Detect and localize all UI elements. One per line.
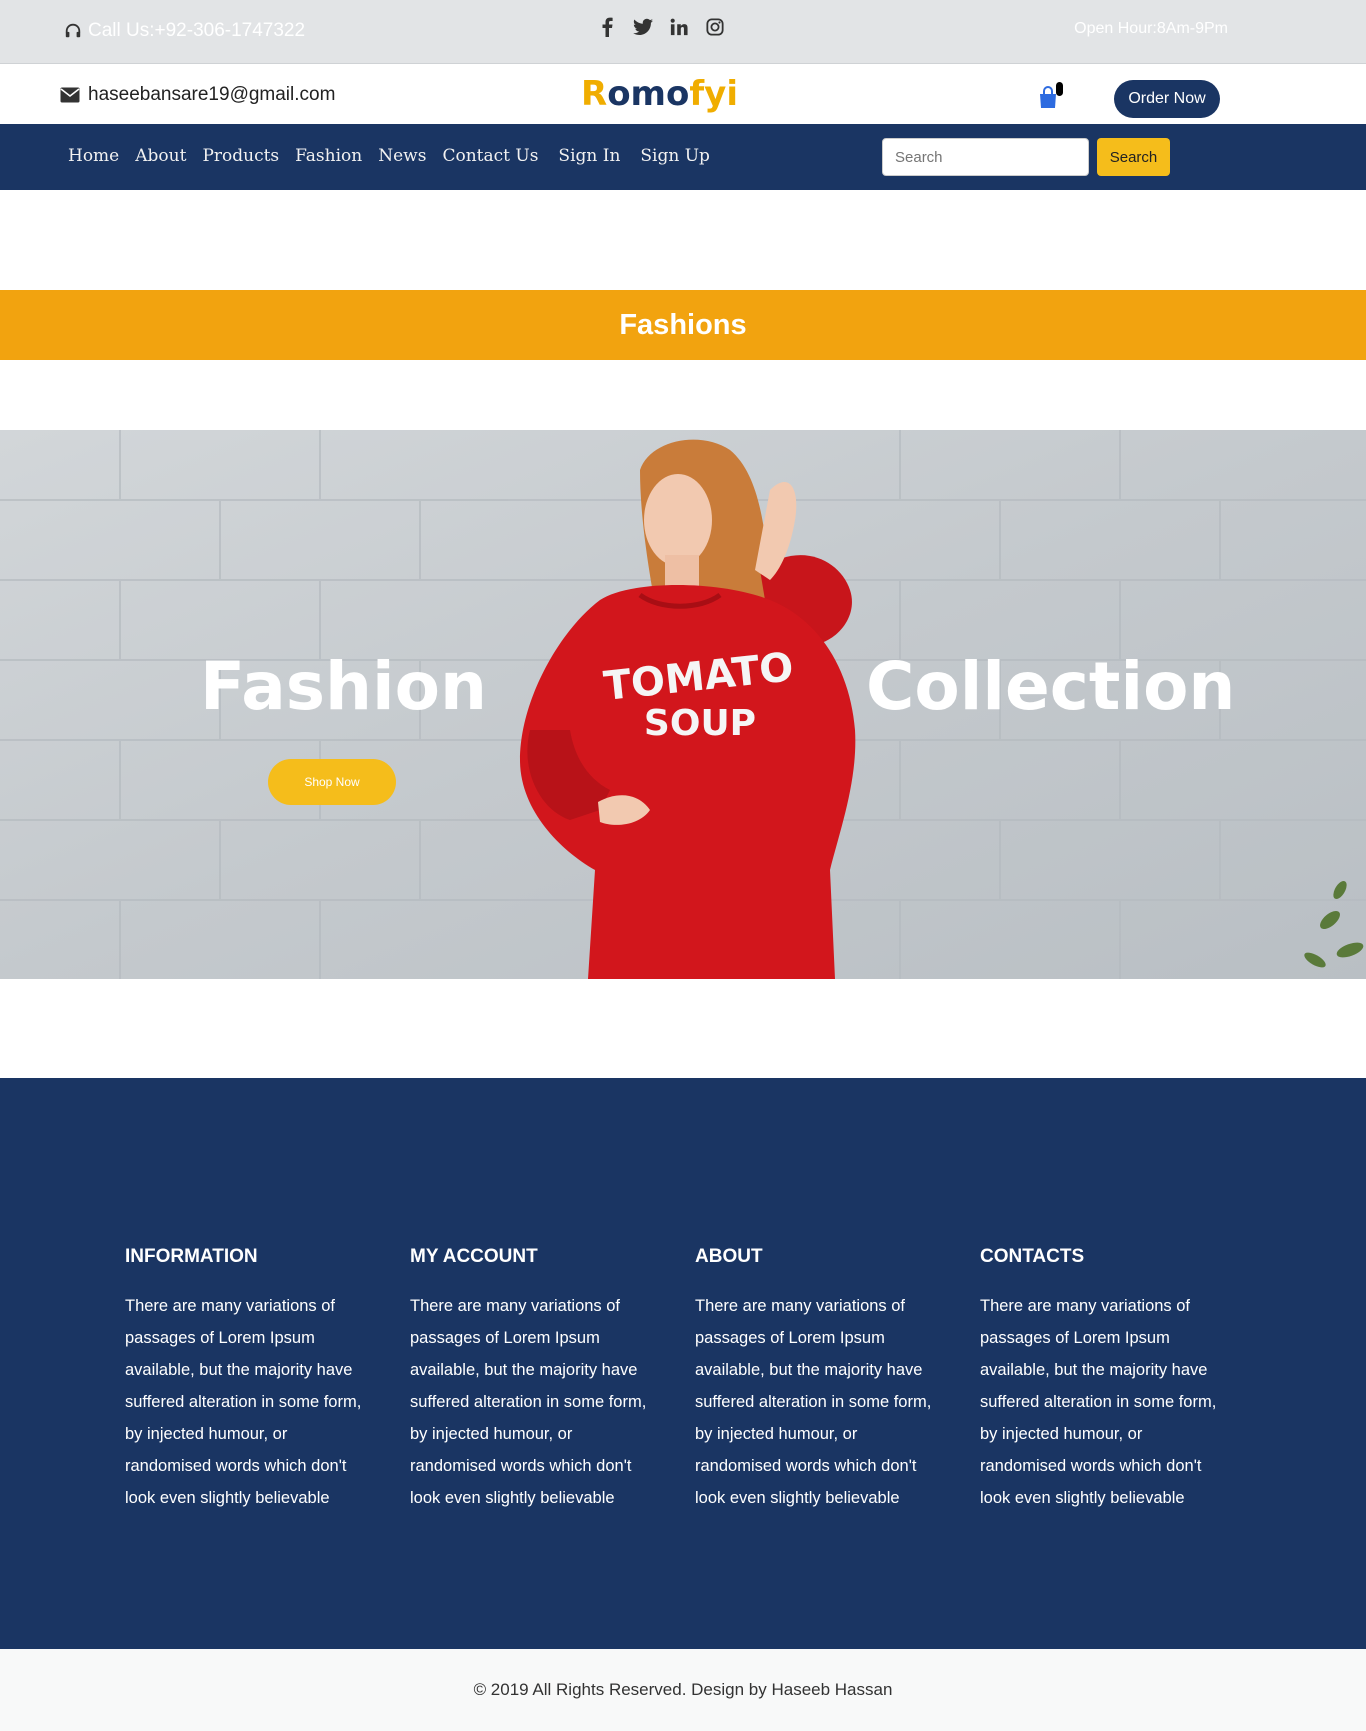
- logo-text: Romofyi: [581, 74, 738, 114]
- instagram-icon[interactable]: [704, 16, 726, 38]
- shop-now-button[interactable]: Shop Now: [268, 759, 396, 805]
- envelope-icon: [60, 87, 80, 103]
- header: haseebansare19@gmail.com Romofyi Order N…: [0, 64, 1366, 124]
- nav-item-news[interactable]: News: [378, 146, 426, 166]
- copyright-text: © 2019 All Rights Reserved. Design by Ha…: [473, 1680, 893, 1699]
- footer-text: There are many variations of passages of…: [410, 1297, 647, 1507]
- footer-heading: ABOUT: [695, 1246, 763, 1267]
- twitter-icon[interactable]: [632, 16, 654, 38]
- nav-item-about[interactable]: About: [135, 146, 186, 166]
- page-title-banner: Fashions: [0, 290, 1366, 360]
- shirt-text-line2: SOUP: [644, 703, 756, 744]
- call-us-text: Call Us:+92-306-1747322: [88, 20, 306, 41]
- footer-text: There are many variations of passages of…: [980, 1297, 1217, 1507]
- linkedin-icon[interactable]: [668, 16, 690, 38]
- call-us[interactable]: Call Us:+92-306-1747322: [64, 20, 305, 42]
- hero-section: TOMATO SOUP Fashion Collection Shop Now: [0, 430, 1366, 979]
- nav-list: Home About Products Fashion News Contact…: [68, 146, 726, 166]
- footer-heading: MY ACCOUNT: [410, 1246, 538, 1267]
- nav-item-sign-in[interactable]: Sign In: [558, 146, 620, 166]
- shopping-bag-icon[interactable]: [1034, 82, 1064, 112]
- social-links: [596, 16, 726, 38]
- footer-column-contacts: CONTACTS There are many variations of pa…: [980, 1246, 1220, 1514]
- footer-heading: CONTACTS: [980, 1246, 1085, 1267]
- footer-column-about: ABOUT There are many variations of passa…: [695, 1246, 935, 1514]
- footer-heading: INFORMATION: [125, 1246, 258, 1267]
- hero-title-right: Collection: [866, 648, 1236, 725]
- nav-item-sign-up[interactable]: Sign Up: [640, 146, 710, 166]
- site-logo[interactable]: Romofyi: [581, 74, 738, 114]
- footer-text: There are many variations of passages of…: [695, 1297, 932, 1507]
- order-now-button[interactable]: Order Now: [1114, 80, 1220, 118]
- hero-title-left: Fashion: [200, 648, 487, 725]
- footer-column-information: INFORMATION There are many variations of…: [125, 1246, 365, 1514]
- footer-column-my-account: MY ACCOUNT There are many variations of …: [410, 1246, 650, 1514]
- email-text: haseebansare19@gmail.com: [88, 84, 336, 105]
- top-bar: Call Us:+92-306-1747322 Open Hour:8Am-9P…: [0, 0, 1366, 64]
- nav-item-contact-us[interactable]: Contact Us: [442, 146, 538, 166]
- headset-icon: [65, 23, 81, 38]
- page-title: Fashions: [619, 308, 747, 341]
- search-input[interactable]: [882, 138, 1089, 176]
- facebook-icon[interactable]: [596, 16, 618, 38]
- nav-item-fashion[interactable]: Fashion: [295, 146, 362, 166]
- nav-item-home[interactable]: Home: [68, 146, 119, 166]
- footer: INFORMATION There are many variations of…: [0, 1078, 1366, 1649]
- copyright-bar: © 2019 All Rights Reserved. Design by Ha…: [0, 1649, 1366, 1731]
- email-contact[interactable]: haseebansare19@gmail.com: [60, 84, 335, 106]
- nav-item-products[interactable]: Products: [202, 146, 279, 166]
- footer-text: There are many variations of passages of…: [125, 1297, 362, 1507]
- open-hours: Open Hour:8Am-9Pm: [1074, 20, 1228, 37]
- search-button[interactable]: Search: [1097, 138, 1170, 176]
